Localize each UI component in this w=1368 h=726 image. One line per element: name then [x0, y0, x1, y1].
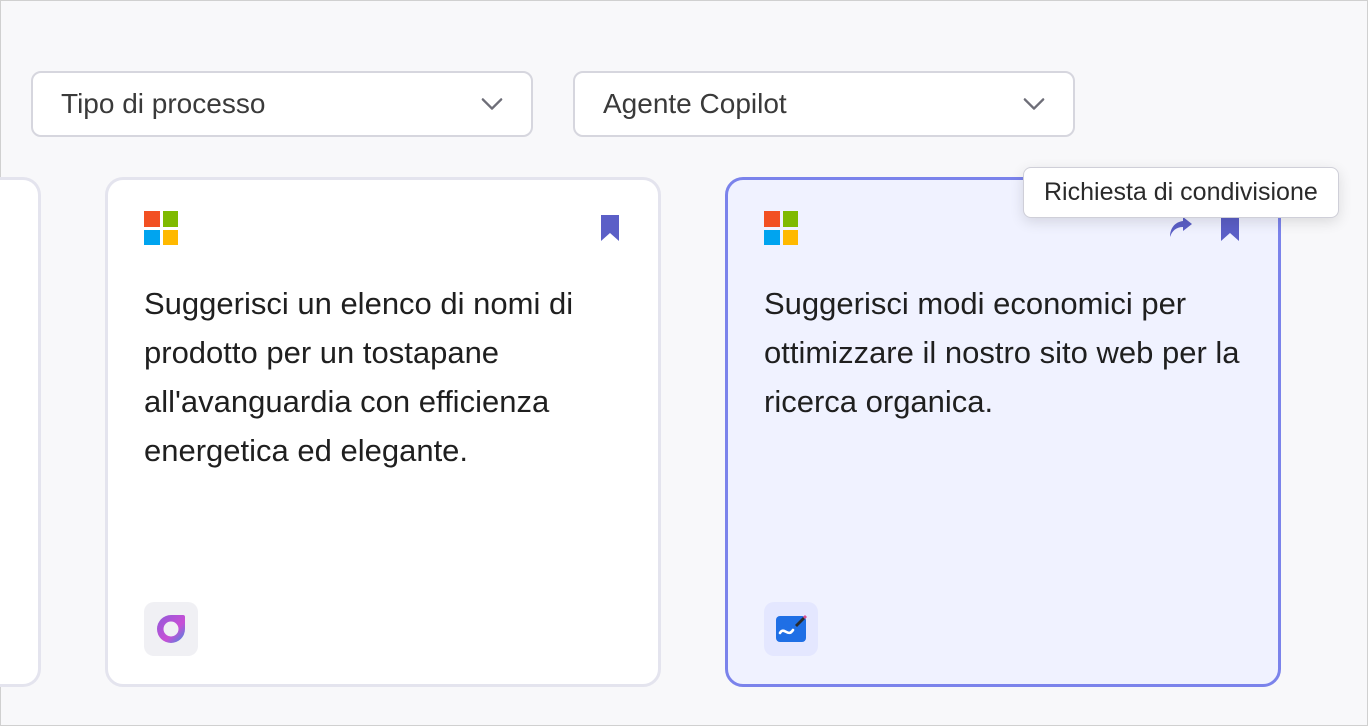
- prompt-card-partial[interactable]: [0, 177, 41, 687]
- share-icon[interactable]: [1166, 214, 1194, 242]
- chevron-down-icon: [1023, 93, 1045, 115]
- chevron-down-icon: [481, 93, 503, 115]
- share-tooltip-text: Richiesta di condivisione: [1044, 178, 1318, 206]
- process-type-label: Tipo di processo: [61, 88, 265, 120]
- cards-row: Suggerisci un elenco di nomi di prodotto…: [0, 137, 1367, 687]
- card-footer: [764, 602, 1242, 656]
- prompt-card[interactable]: Suggerisci modi economici per ottimizzar…: [725, 177, 1281, 687]
- app-loop-icon[interactable]: [144, 602, 198, 656]
- prompt-card[interactable]: Suggerisci un elenco di nomi di prodotto…: [105, 177, 661, 687]
- microsoft-logo-icon: [144, 211, 178, 245]
- microsoft-logo-icon: [764, 211, 798, 245]
- copilot-agent-dropdown[interactable]: Agente Copilot: [573, 71, 1075, 137]
- prompt-text: Suggerisci un elenco di nomi di prodotto…: [144, 280, 622, 476]
- prompt-text: Suggerisci modi economici per ottimizzar…: [764, 280, 1242, 427]
- share-tooltip: Richiesta di condivisione: [1023, 167, 1339, 218]
- app-whiteboard-icon[interactable]: [764, 602, 818, 656]
- card-actions: [598, 213, 622, 243]
- filter-row: Tipo di processo Agente Copilot: [1, 1, 1367, 137]
- process-type-dropdown[interactable]: Tipo di processo: [31, 71, 533, 137]
- card-header: [144, 210, 622, 246]
- card-footer: [144, 602, 622, 656]
- bookmark-icon[interactable]: [598, 213, 622, 243]
- copilot-agent-label: Agente Copilot: [603, 88, 787, 120]
